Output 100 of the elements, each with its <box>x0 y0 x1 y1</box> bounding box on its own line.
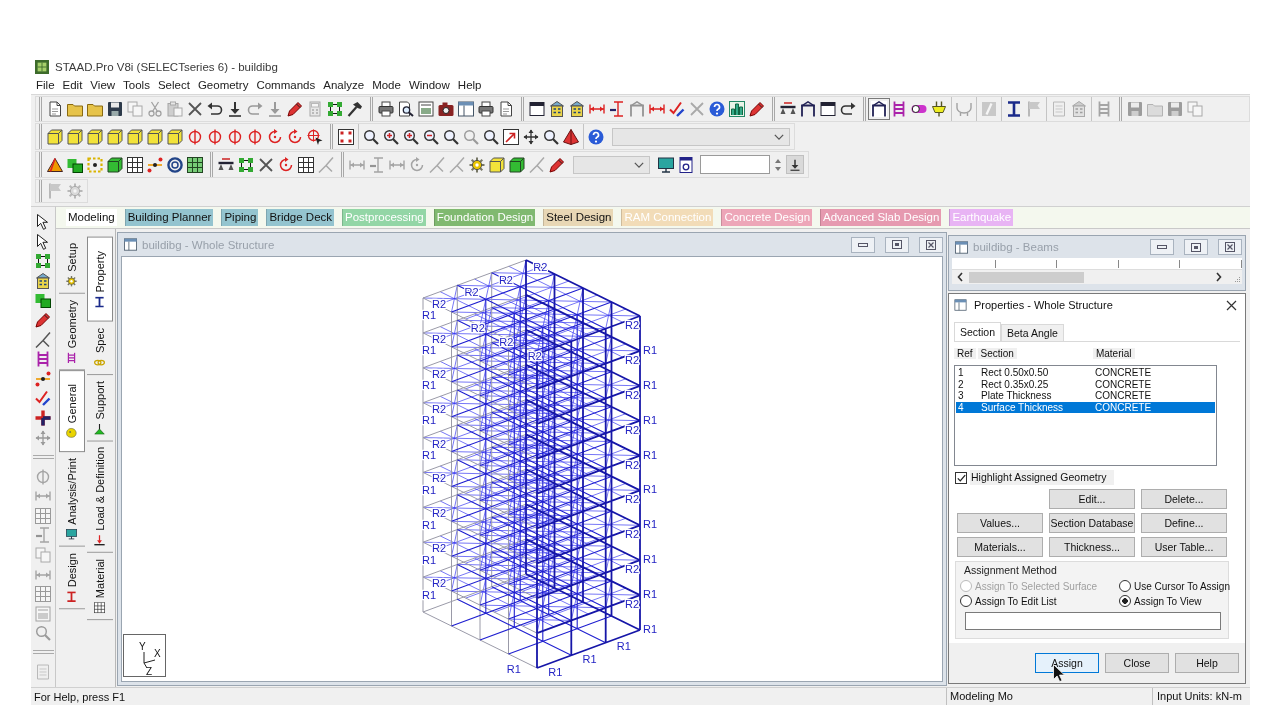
side-tab[interactable]: Support <box>87 374 113 442</box>
pencil-icon[interactable] <box>749 101 765 117</box>
menu-item[interactable]: File <box>32 79 59 91</box>
radio-button[interactable] <box>960 595 972 607</box>
zoom-in-icon[interactable] <box>383 128 399 145</box>
circular-arrow-icon[interactable] <box>278 156 294 173</box>
monitor-icon[interactable] <box>658 156 674 173</box>
list-row[interactable]: 1 Rect 0.50x0.50 CONCRETE <box>956 367 1215 379</box>
tab[interactable]: Section <box>954 322 1002 341</box>
cube-icon[interactable] <box>489 156 505 173</box>
close-icon[interactable] <box>1226 299 1237 311</box>
radio-label[interactable]: Use Cursor To Assign <box>1134 580 1230 592</box>
pencil-icon[interactable] <box>287 101 303 117</box>
help-icon[interactable] <box>588 128 604 145</box>
vertical-dimension-icon[interactable] <box>609 101 625 117</box>
plus-icon[interactable] <box>35 409 51 426</box>
button[interactable]: Section Database <box>1049 513 1135 533</box>
button[interactable]: Help <box>1175 653 1239 673</box>
chevron-left-icon[interactable] <box>957 272 963 282</box>
circular-arrow-icon[interactable] <box>267 128 283 145</box>
tab[interactable]: Beta Angle <box>1001 324 1064 341</box>
cube-icon[interactable] <box>127 128 143 145</box>
side-tab[interactable]: Material <box>87 552 113 621</box>
rotation-icon[interactable] <box>207 128 223 145</box>
folder-icon[interactable] <box>67 101 83 117</box>
grid-icon[interactable] <box>127 156 143 173</box>
printer-icon[interactable] <box>478 101 494 117</box>
horizontal-scrollbar[interactable] <box>952 270 1242 284</box>
redo-icon[interactable] <box>840 101 856 117</box>
cube-icon[interactable] <box>147 128 163 145</box>
menu-item[interactable]: View <box>86 79 120 91</box>
pointer-icon[interactable] <box>35 233 51 250</box>
menu-item[interactable]: Help <box>453 79 486 91</box>
undo-icon[interactable] <box>207 101 223 117</box>
hammer-icon[interactable] <box>347 101 363 117</box>
menu-item[interactable]: Mode <box>368 79 405 91</box>
radio-button[interactable] <box>1119 580 1131 592</box>
document-icon[interactable] <box>498 101 514 117</box>
list-row[interactable]: 3 Plate Thickness CONCRETE <box>956 390 1215 402</box>
circular-arrow-icon[interactable] <box>287 128 303 145</box>
button[interactable]: Assign <box>1035 653 1099 673</box>
cube-icon[interactable] <box>87 128 103 145</box>
list-row[interactable]: 2 Rect 0.35x0.25 CONCRETE <box>956 378 1215 390</box>
window-icon[interactable] <box>458 101 474 117</box>
minimize-button[interactable] <box>851 236 875 253</box>
printer-icon[interactable] <box>378 101 394 117</box>
print-preview-icon[interactable] <box>398 101 414 117</box>
button[interactable]: Close <box>1105 653 1169 673</box>
list-row[interactable]: 4 Surface Thickness CONCRETE <box>956 401 1215 413</box>
mode-tab[interactable]: Modeling <box>66 209 117 226</box>
nodes-icon[interactable] <box>35 370 51 387</box>
page-icon[interactable] <box>678 156 694 173</box>
close-button[interactable] <box>919 236 943 253</box>
building-icon[interactable] <box>549 101 565 117</box>
camera-icon[interactable] <box>438 101 454 117</box>
menu-item[interactable]: Analyze <box>319 79 369 91</box>
move-icon[interactable] <box>523 128 539 145</box>
menu-item[interactable]: Window <box>404 79 454 91</box>
node-grid-icon[interactable] <box>35 253 51 270</box>
grid-icon[interactable] <box>187 156 203 173</box>
beam-icon[interactable] <box>218 156 234 173</box>
side-tab[interactable]: Load & Definition <box>87 441 113 553</box>
chevron-right-icon[interactable] <box>1216 272 1222 282</box>
check-icon[interactable] <box>669 101 685 117</box>
input-field[interactable] <box>965 612 1221 630</box>
mode-tab[interactable]: Steel Design <box>543 209 614 226</box>
menu-item[interactable]: Edit <box>58 79 87 91</box>
menu-item[interactable]: Commands <box>252 79 320 91</box>
side-tab[interactable]: Setup <box>59 237 85 294</box>
side-tab[interactable]: Design <box>59 546 85 610</box>
cube-icon[interactable] <box>167 128 183 145</box>
scrollbar-thumb[interactable] <box>969 271 1084 283</box>
help-icon[interactable] <box>709 101 725 117</box>
plug-icon[interactable] <box>931 101 947 117</box>
ladder-icon[interactable] <box>891 101 907 117</box>
radio-label[interactable]: Assign To View <box>1134 595 1202 607</box>
cross-icon[interactable] <box>258 156 274 173</box>
menu-item[interactable]: Geometry <box>193 79 253 91</box>
button[interactable]: Thickness... <box>1049 537 1135 557</box>
rotation-icon[interactable] <box>247 128 263 145</box>
node-grid-icon[interactable] <box>238 156 254 173</box>
button[interactable]: Edit... <box>1049 489 1135 509</box>
minimize-button[interactable] <box>1150 239 1174 255</box>
building-icon[interactable] <box>569 101 585 117</box>
rotation-icon[interactable] <box>187 128 203 145</box>
side-tab[interactable]: Property <box>87 237 113 322</box>
mode-tab[interactable]: Piping <box>221 209 259 226</box>
pencil-icon[interactable] <box>35 311 51 328</box>
fit-view-icon[interactable] <box>338 128 354 145</box>
menu-item[interactable]: Select <box>153 79 194 91</box>
document-icon[interactable] <box>47 101 63 117</box>
checkbox[interactable] <box>955 471 967 484</box>
mode-tab[interactable]: Bridge Deck <box>266 209 335 226</box>
down-arrow-icon[interactable] <box>227 101 243 117</box>
portal-frame-icon[interactable] <box>871 101 887 117</box>
cube-icon[interactable] <box>107 128 123 145</box>
pyramid-icon[interactable] <box>563 128 579 145</box>
line-icon[interactable] <box>35 331 51 348</box>
cube-icon[interactable] <box>509 156 525 173</box>
arrow-button[interactable] <box>786 155 804 174</box>
